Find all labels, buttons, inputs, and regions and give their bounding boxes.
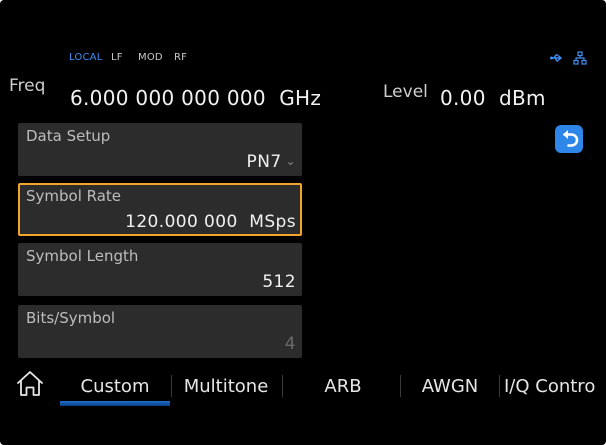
usb-icon: [550, 54, 563, 62]
data-setup-value[interactable]: PN7 ⌄: [247, 152, 296, 172]
instrument-screen: LOCAL LF MOD RF Freq 6.000 000 000 000 G…: [0, 0, 606, 445]
symbol-length-value[interactable]: 512: [262, 272, 296, 292]
tab-divider: [400, 375, 401, 397]
local-indicator: LOCAL: [69, 52, 103, 63]
rf-indicator: RF: [174, 52, 188, 63]
level-value[interactable]: 0.00 dBm: [440, 86, 546, 110]
symbol-rate-value[interactable]: 120.000 000 MSps: [125, 212, 296, 232]
status-bar: LOCAL LF MOD RF: [0, 50, 606, 72]
chevron-down-icon: ⌄: [285, 154, 296, 168]
tab-divider: [282, 375, 283, 397]
freq-value[interactable]: 6.000 000 000 000 GHz: [70, 86, 321, 110]
tab-bar: Custom Multitone ARB AWGN I/Q Contro: [0, 364, 606, 406]
symbol-rate-field[interactable]: Symbol Rate 120.000 000 MSps: [18, 183, 302, 236]
symbol-rate-label: Symbol Rate: [26, 187, 122, 205]
bits-per-symbol-field: Bits/Symbol 4: [18, 305, 302, 358]
bits-per-symbol-label: Bits/Symbol: [26, 309, 116, 327]
home-icon[interactable]: [14, 367, 46, 399]
lf-indicator: LF: [111, 52, 123, 63]
mod-indicator: MOD: [138, 52, 163, 63]
data-setup-label: Data Setup: [26, 127, 111, 145]
data-setup-field[interactable]: Data Setup PN7 ⌄: [18, 123, 302, 176]
level-label: Level: [383, 82, 428, 102]
tab-iq-control[interactable]: I/Q Contro: [500, 364, 606, 404]
tab-custom[interactable]: Custom: [60, 364, 170, 406]
tab-awgn[interactable]: AWGN: [402, 364, 498, 404]
tab-arb[interactable]: ARB: [284, 364, 402, 404]
symbol-length-field[interactable]: Symbol Length 512: [18, 243, 302, 296]
symbol-length-label: Symbol Length: [26, 247, 139, 265]
back-arrow-icon: [563, 130, 579, 147]
bits-per-symbol-value: 4: [284, 334, 296, 354]
freq-label: Freq: [9, 76, 46, 96]
network-icon: [573, 51, 587, 65]
tab-multitone[interactable]: Multitone: [172, 364, 280, 404]
back-button[interactable]: [555, 125, 583, 153]
